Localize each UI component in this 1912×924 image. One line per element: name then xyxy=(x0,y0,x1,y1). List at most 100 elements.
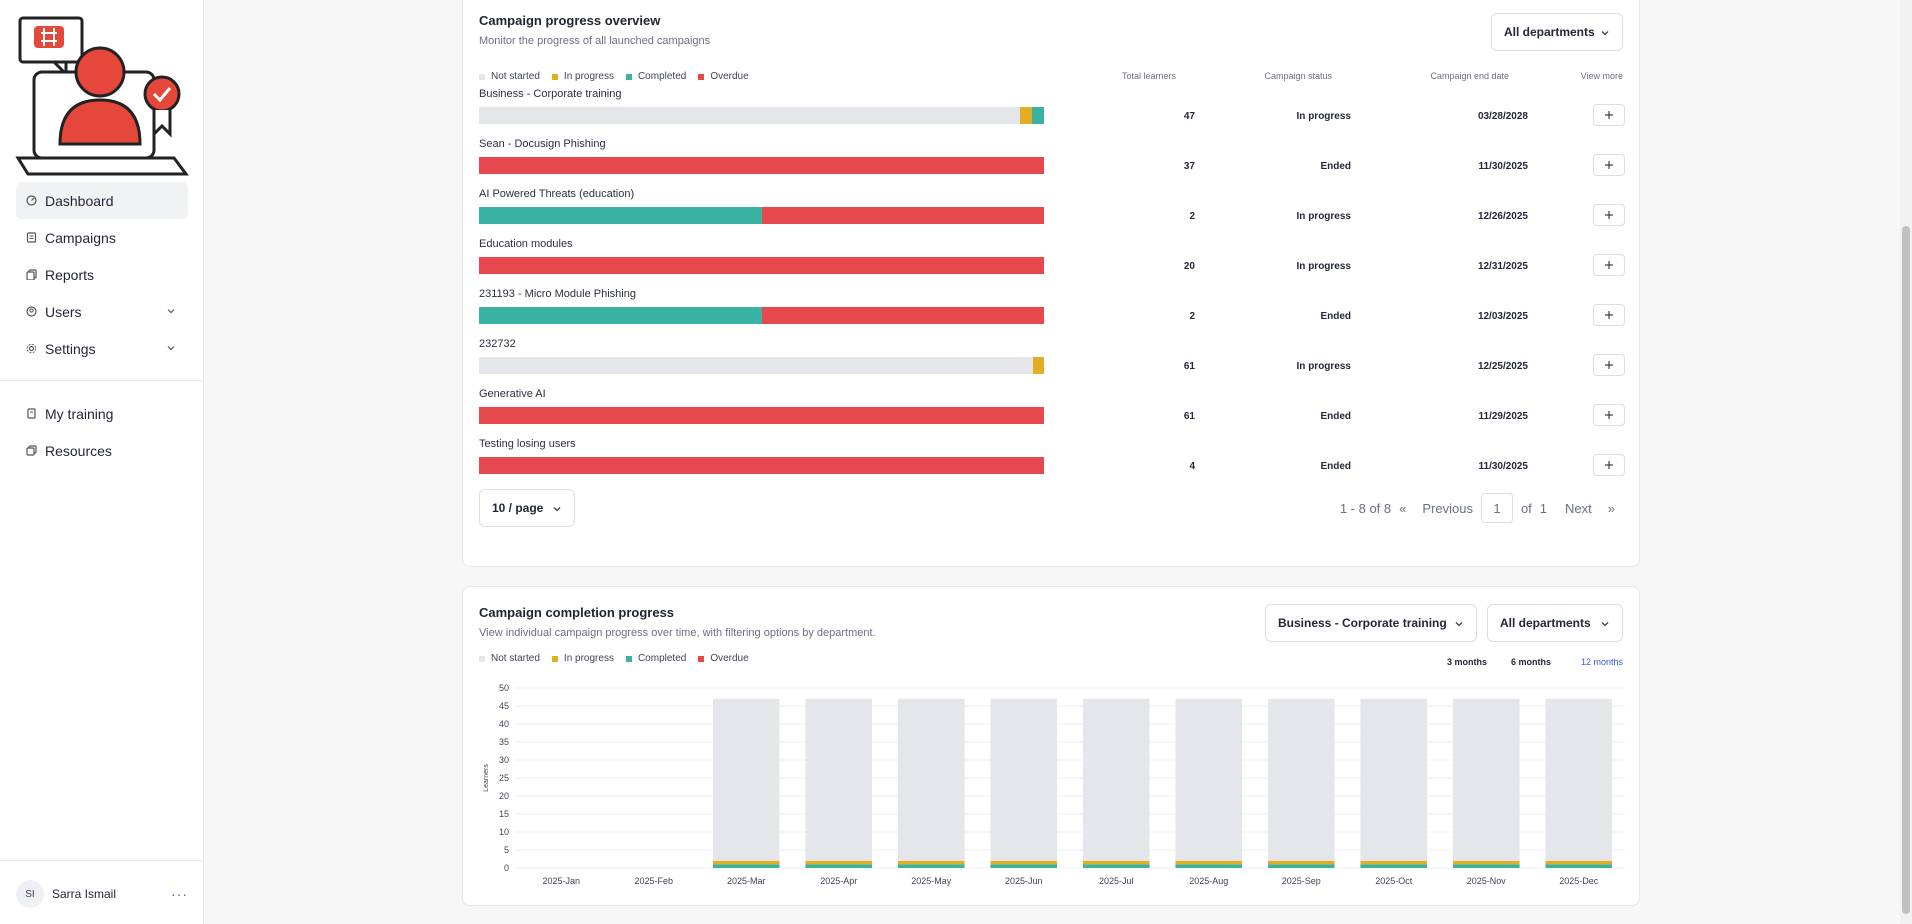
progress-segment-in-progress xyxy=(1020,107,1033,124)
view-more-button[interactable] xyxy=(1593,354,1625,376)
chevron-down-icon xyxy=(1601,31,1609,36)
plus-icon xyxy=(1605,311,1613,319)
bar-not-started xyxy=(1360,698,1428,861)
y-tick-label: 30 xyxy=(499,755,509,765)
view-more-button[interactable] xyxy=(1593,404,1625,426)
legend-label: Completed xyxy=(637,71,687,82)
progress-bar xyxy=(479,357,1044,374)
first-page-button[interactable]: « xyxy=(1399,501,1406,516)
learner-count: 61 xyxy=(1183,361,1195,372)
progress-segment-overdue xyxy=(479,457,1044,474)
progress-segment-completed xyxy=(1032,107,1044,124)
view-more-button[interactable] xyxy=(1593,254,1625,276)
view-more-button[interactable] xyxy=(1593,204,1625,226)
bar-not-started xyxy=(990,698,1058,861)
view-more-button[interactable] xyxy=(1593,154,1625,176)
progress-bar xyxy=(479,407,1044,424)
campaigns-icon xyxy=(26,232,37,243)
scrollbar-thumb[interactable] xyxy=(1902,226,1910,914)
sidebar: Dashboard Campaigns Reports Users Settings M… xyxy=(0,0,204,924)
progress-bar xyxy=(479,457,1044,474)
sidebar-item-resources[interactable]: Resources xyxy=(16,432,188,469)
sidebar-item-reports[interactable]: Reports xyxy=(16,256,188,293)
y-tick-label: 5 xyxy=(504,845,509,855)
sidebar-item-my-training[interactable]: My training xyxy=(16,395,188,432)
previous-page-button[interactable]: Previous xyxy=(1422,501,1473,516)
campaign-progress-overview-card: Campaign progress overview Monitor the p… xyxy=(462,0,1640,567)
bar-not-started xyxy=(1082,698,1150,861)
progress-segment-overdue xyxy=(479,157,1044,174)
x-tick-label: 2025-Sep xyxy=(1282,876,1321,886)
table-row: Education modules 20 In progress 12/31/2025 xyxy=(479,238,1625,288)
campaign-name: AI Powered Threats (education) xyxy=(479,188,635,200)
legend-label: Not started xyxy=(491,71,540,82)
progress-segment-overdue xyxy=(479,407,1044,424)
overview-legend: Not started In progress Completed Overdue xyxy=(479,71,761,82)
column-header-learners: Total learners xyxy=(1121,71,1176,81)
department-select[interactable]: All departments xyxy=(1491,13,1623,51)
page-number-input[interactable]: 1 xyxy=(1480,493,1513,523)
table-row: Generative AI 61 Ended 11/29/2025 xyxy=(479,388,1625,438)
user-name: Sarra Ismail xyxy=(52,887,117,901)
page-size-select[interactable]: 10 / page xyxy=(479,489,575,527)
bar-in-progress xyxy=(1175,860,1243,865)
legend-item: In progress xyxy=(551,71,614,82)
bar-not-started xyxy=(897,698,965,861)
progress-segment-not-started xyxy=(479,107,1021,124)
plus-icon xyxy=(1605,261,1613,269)
view-more-button[interactable] xyxy=(1593,104,1625,126)
sidebar-item-dashboard[interactable]: Dashboard xyxy=(16,182,188,219)
x-tick-label: 2025-Apr xyxy=(820,876,857,886)
campaign-end-date: 12/25/2025 xyxy=(1477,361,1528,372)
department-select-value: All departments xyxy=(1504,25,1595,39)
y-tick-label: 15 xyxy=(499,809,509,819)
table-row: Sean - Docusign Phishing 37 Ended 11/30/202… xyxy=(479,138,1625,188)
bar-completed xyxy=(1082,864,1150,868)
bar-completed xyxy=(1452,864,1520,868)
campaign-name: 231193 - Micro Module Phishing xyxy=(479,288,636,300)
y-tick-label: 0 xyxy=(504,863,509,873)
bar-in-progress xyxy=(990,860,1058,865)
sidebar-item-label: Resources xyxy=(45,442,112,459)
plus-icon xyxy=(1605,461,1613,469)
y-tick-label: 45 xyxy=(499,701,509,711)
bar-completed xyxy=(1267,864,1335,868)
table-row: Testing losing users 4 Ended 11/30/2025 xyxy=(479,438,1625,488)
x-tick-label: 2025-Feb xyxy=(634,876,673,886)
learner-count: 61 xyxy=(1183,411,1195,422)
card-subtitle: Monitor the progress of all launched cam… xyxy=(479,35,711,47)
x-tick-label: 2025-Oct xyxy=(1375,876,1413,886)
view-more-button[interactable] xyxy=(1593,304,1625,326)
sidebar-item-users[interactable]: Users xyxy=(16,293,188,330)
campaign-status: In progress xyxy=(1296,211,1351,222)
learner-count: 4 xyxy=(1189,461,1195,472)
x-tick-label: 2025-Nov xyxy=(1467,876,1507,886)
x-tick-label: 2025-Jan xyxy=(542,876,580,886)
user-profile[interactable]: SI Sarra Ismail ··· xyxy=(16,880,188,908)
plus-icon xyxy=(1605,361,1613,369)
x-tick-label: 2025-Mar xyxy=(727,876,766,886)
sidebar-item-campaigns[interactable]: Campaigns xyxy=(16,219,188,256)
campaign-status: Ended xyxy=(1320,161,1351,172)
table-row: 232732 61 In progress 12/25/2025 xyxy=(479,338,1625,388)
last-page-button[interactable]: » xyxy=(1608,501,1615,516)
sidebar-item-settings[interactable]: Settings xyxy=(16,330,188,367)
bar-in-progress xyxy=(1452,860,1520,865)
user-menu-button[interactable]: ··· xyxy=(171,886,188,902)
bar-not-started xyxy=(805,698,873,861)
campaign-end-date: 12/03/2025 xyxy=(1477,311,1528,322)
x-tick-label: 2025-Jun xyxy=(1005,876,1043,886)
scrollbar[interactable] xyxy=(1900,0,1912,924)
bar-not-started xyxy=(1452,698,1520,861)
training-logo-icon xyxy=(15,16,189,176)
next-page-button[interactable]: Next xyxy=(1565,501,1592,516)
progress-segment-completed xyxy=(479,307,762,324)
y-tick-label: 50 xyxy=(499,683,509,693)
campaign-name: Testing losing users xyxy=(479,438,576,450)
bar-in-progress xyxy=(805,860,873,865)
progress-bar xyxy=(479,207,1044,224)
progress-bar xyxy=(479,157,1044,174)
legend-swatch xyxy=(551,73,558,80)
avatar: SI xyxy=(16,880,44,908)
view-more-button[interactable] xyxy=(1593,454,1625,476)
